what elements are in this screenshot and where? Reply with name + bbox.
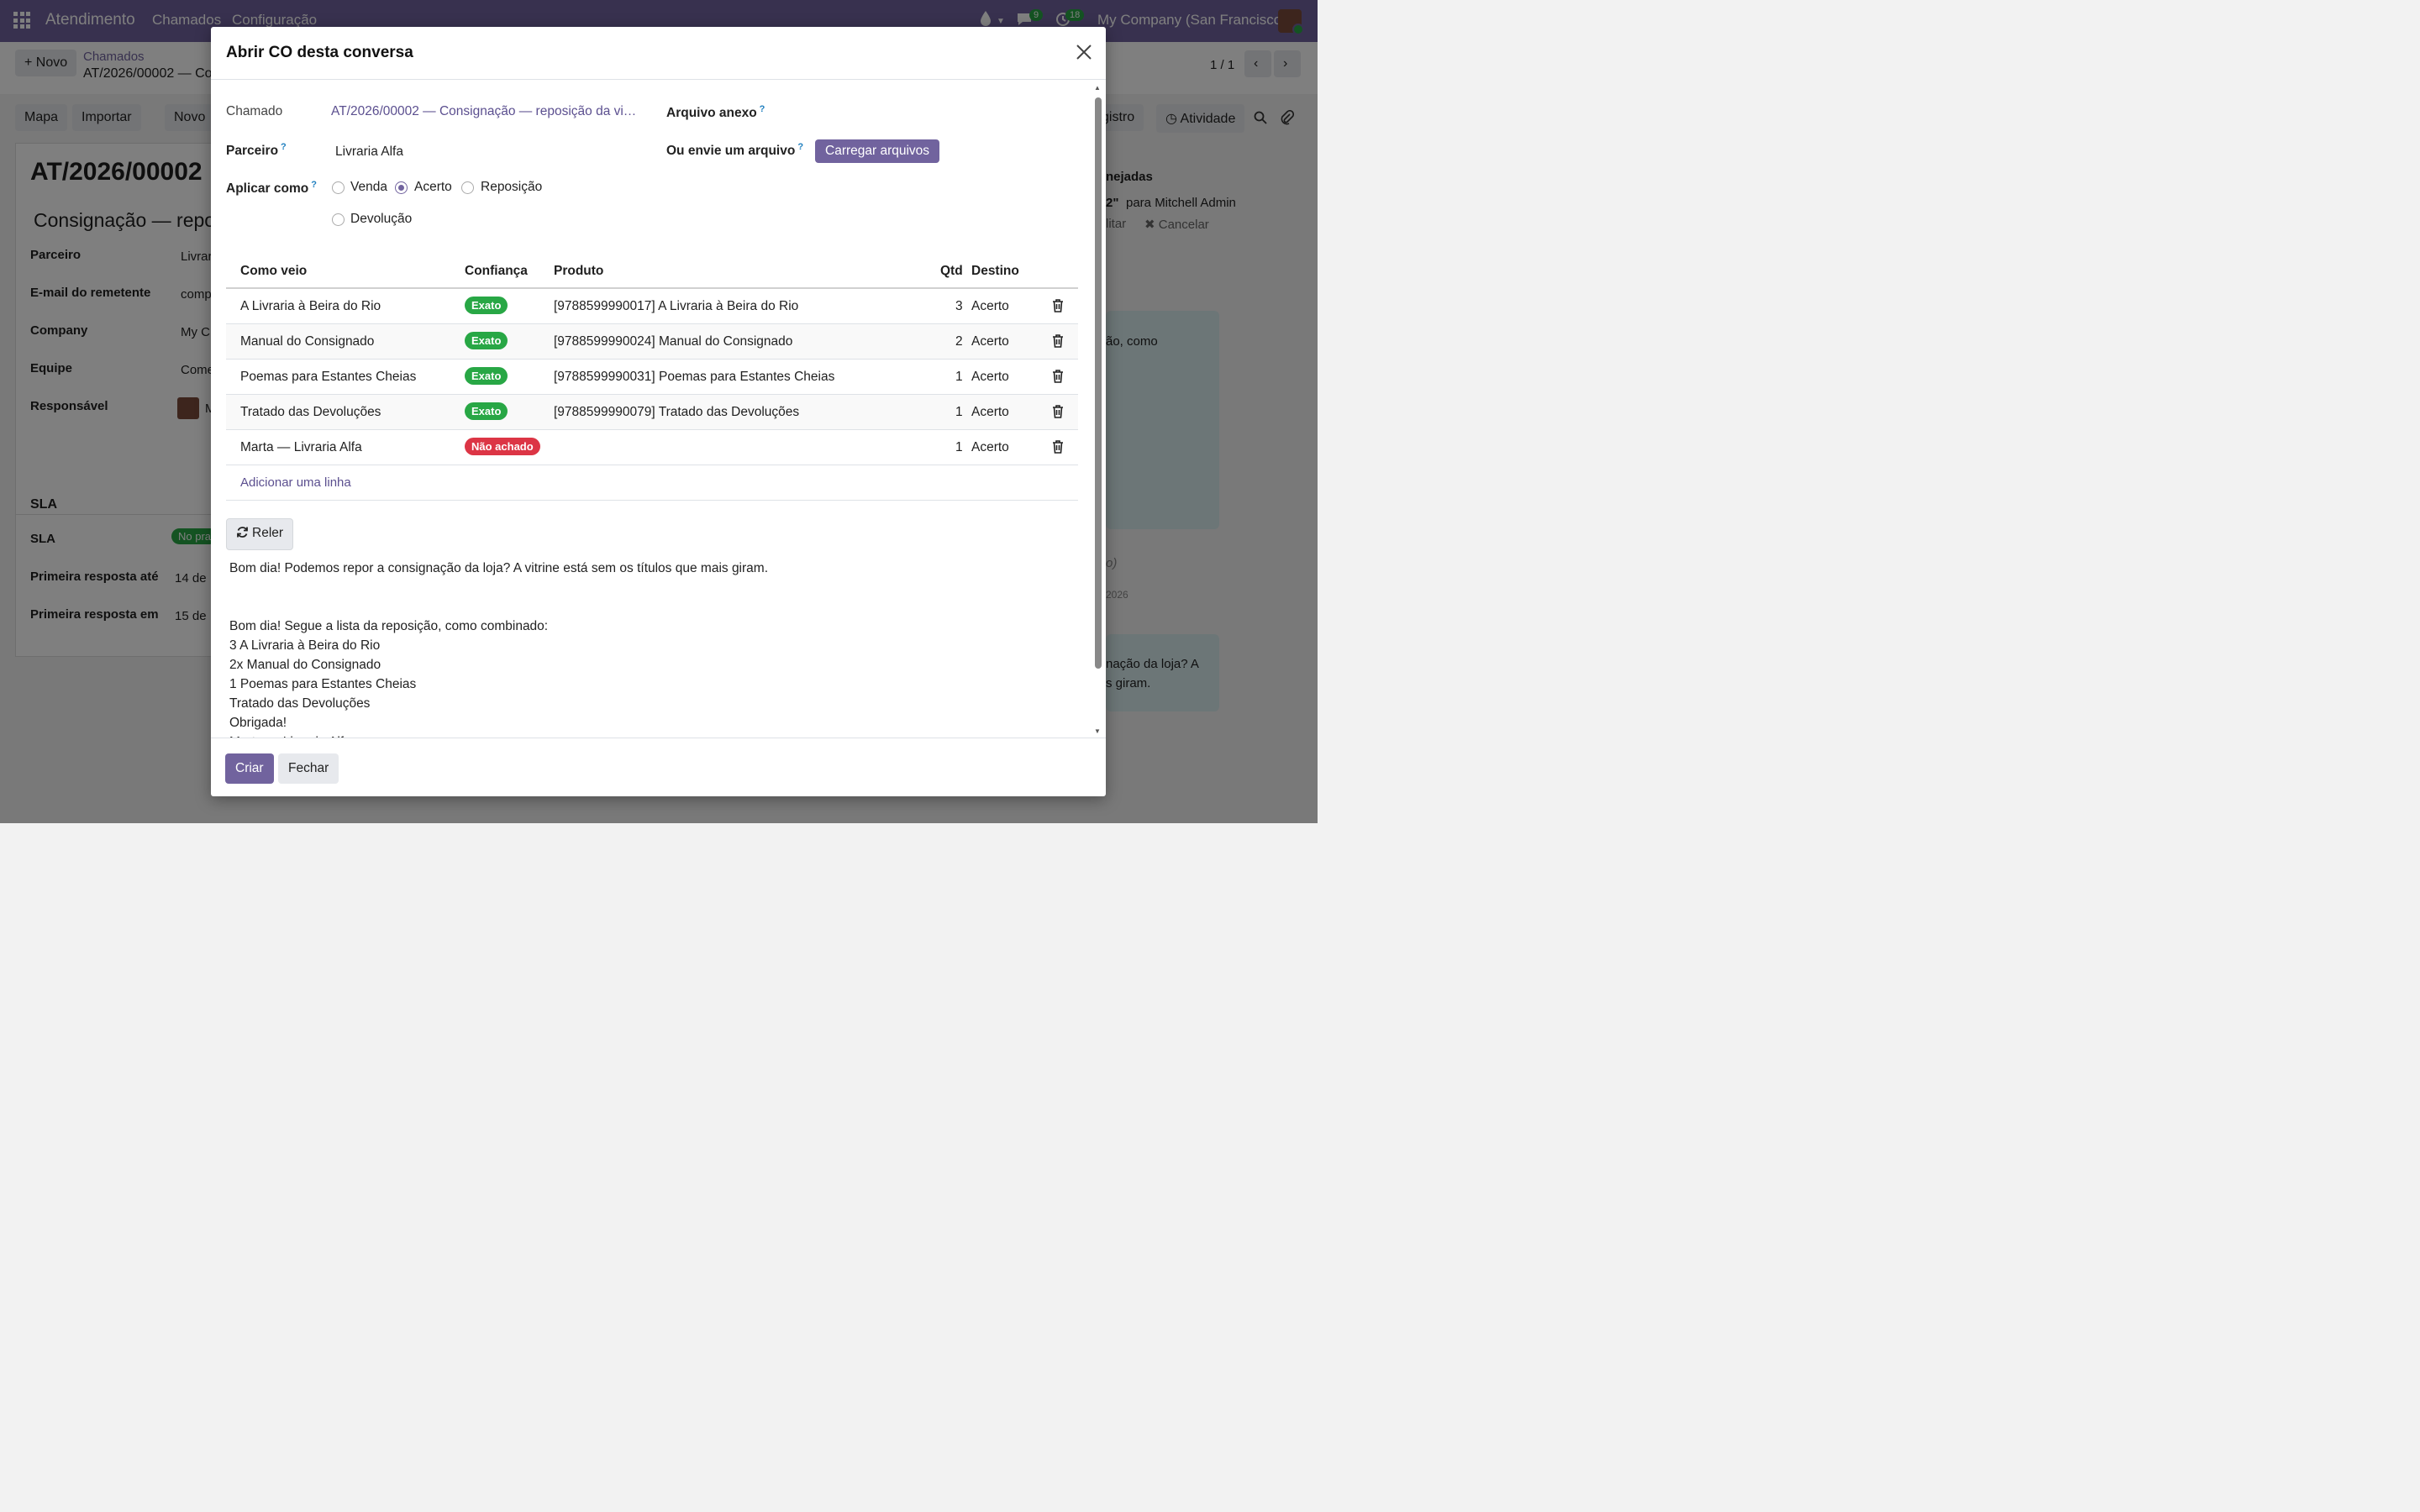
apply-as-label: Aplicar como? bbox=[226, 180, 317, 197]
open-co-dialog: Abrir CO desta conversa Chamado AT/2026/… bbox=[211, 27, 1106, 796]
column-header-como-veio[interactable]: Como veio bbox=[240, 264, 307, 279]
cell-destino: Acerto bbox=[971, 334, 1009, 349]
scrollbar-thumb[interactable] bbox=[1095, 97, 1102, 669]
modal-scrollbar[interactable]: ▲ ▼ bbox=[1093, 84, 1103, 736]
modal-title: Abrir CO desta conversa bbox=[226, 44, 413, 61]
close-icon[interactable] bbox=[1074, 42, 1094, 62]
cell-produto: [9788599990031] Poemas para Estantes Che… bbox=[554, 370, 835, 384]
radio-devolucao[interactable] bbox=[332, 213, 345, 226]
upload-label-text: Ou envie um arquivo bbox=[666, 144, 796, 159]
close-button[interactable]: Fechar bbox=[278, 753, 339, 784]
table-row[interactable]: Marta — Livraria Alfa Não achado 1 Acert… bbox=[226, 430, 1078, 465]
confidence-badge: Exato bbox=[465, 402, 508, 420]
cell-qtd: 1 bbox=[955, 440, 963, 454]
cell-como-veio: A Livraria à Beira do Rio bbox=[240, 299, 381, 313]
attachment-label-text: Arquivo anexo bbox=[666, 106, 757, 121]
radio-label-devolucao[interactable]: Devolução bbox=[350, 212, 412, 227]
column-header-destino[interactable]: Destino bbox=[971, 264, 1019, 279]
attachment-label: Arquivo anexo? bbox=[666, 104, 765, 121]
trash-icon[interactable] bbox=[1052, 405, 1064, 418]
radio-label-reposicao[interactable]: Reposição bbox=[481, 180, 542, 195]
trash-icon[interactable] bbox=[1052, 440, 1064, 454]
cell-produto: [9788599990017] A Livraria à Beira do Ri… bbox=[554, 299, 799, 313]
partner-field[interactable]: Livraria Alfa bbox=[335, 144, 403, 160]
help-icon[interactable]: ? bbox=[760, 104, 765, 114]
cell-destino: Acerto bbox=[971, 440, 1009, 454]
cell-qtd: 1 bbox=[955, 405, 963, 419]
radio-acerto[interactable] bbox=[395, 181, 408, 194]
reread-button-label: Reler bbox=[252, 526, 284, 540]
modal-footer: Criar Fechar bbox=[211, 738, 1106, 797]
ticket-label: Chamado bbox=[226, 104, 283, 118]
cell-como-veio: Tratado das Devoluções bbox=[240, 405, 381, 419]
cell-qtd: 2 bbox=[955, 334, 963, 349]
column-header-produto[interactable]: Produto bbox=[554, 264, 603, 279]
cell-destino: Acerto bbox=[971, 405, 1009, 419]
column-header-confianca[interactable]: Confiança bbox=[465, 264, 528, 279]
apply-as-label-text: Aplicar como bbox=[226, 181, 309, 197]
radio-venda[interactable] bbox=[332, 181, 345, 194]
radio-label-acerto[interactable]: Acerto bbox=[414, 180, 452, 195]
trash-icon[interactable] bbox=[1052, 370, 1064, 383]
lines-table: Como veio Confiança Produto Qtd Destino … bbox=[226, 254, 1078, 501]
confidence-badge: Exato bbox=[465, 332, 508, 349]
modal-header: Abrir CO desta conversa bbox=[211, 27, 1106, 80]
partner-label-text: Parceiro bbox=[226, 144, 279, 159]
confidence-badge: Exato bbox=[465, 367, 508, 385]
radio-reposicao[interactable] bbox=[461, 181, 474, 194]
cell-qtd: 3 bbox=[955, 299, 963, 313]
table-row[interactable]: Poemas para Estantes Cheias Exato [97885… bbox=[226, 360, 1078, 395]
create-button[interactable]: Criar bbox=[225, 753, 274, 784]
add-line-link[interactable]: Adicionar uma linha bbox=[240, 475, 351, 490]
cell-produto: [9788599990079] Tratado das Devoluções bbox=[554, 405, 800, 419]
confidence-badge: Não achado bbox=[465, 438, 540, 455]
cell-produto: [9788599990024] Manual do Consignado bbox=[554, 334, 793, 349]
help-icon[interactable]: ? bbox=[311, 180, 317, 190]
radio-label-venda[interactable]: Venda bbox=[350, 180, 387, 195]
trash-icon[interactable] bbox=[1052, 299, 1064, 312]
ticket-link[interactable]: AT/2026/00002 — Consignação — reposição … bbox=[331, 104, 636, 119]
table-row[interactable]: Tratado das Devoluções Exato [9788599990… bbox=[226, 395, 1078, 430]
help-icon[interactable]: ? bbox=[281, 142, 287, 152]
table-header: Como veio Confiança Produto Qtd Destino bbox=[226, 254, 1078, 289]
partner-label: Parceiro? bbox=[226, 142, 287, 159]
cell-destino: Acerto bbox=[971, 370, 1009, 384]
upload-label: Ou envie um arquivo? bbox=[666, 142, 803, 159]
scroll-down-arrow[interactable]: ▼ bbox=[1094, 727, 1101, 735]
confidence-badge: Exato bbox=[465, 297, 508, 314]
trash-icon[interactable] bbox=[1052, 334, 1064, 348]
column-header-qtd[interactable]: Qtd bbox=[940, 264, 963, 279]
cell-qtd: 1 bbox=[955, 370, 963, 384]
add-line-row: Adicionar uma linha bbox=[226, 465, 1078, 501]
table-row[interactable]: A Livraria à Beira do Rio Exato [9788599… bbox=[226, 289, 1078, 324]
cell-destino: Acerto bbox=[971, 299, 1009, 313]
cell-como-veio: Marta — Livraria Alfa bbox=[240, 440, 362, 454]
conversation-text: Bom dia! Podemos repor a consignação da … bbox=[229, 561, 769, 738]
table-row[interactable]: Manual do Consignado Exato [978859999002… bbox=[226, 324, 1078, 360]
cell-como-veio: Poemas para Estantes Cheias bbox=[240, 370, 417, 384]
upload-files-button[interactable]: Carregar arquivos bbox=[815, 139, 940, 163]
scroll-up-arrow[interactable]: ▲ bbox=[1094, 84, 1101, 92]
refresh-icon bbox=[236, 526, 249, 543]
reread-button[interactable]: Reler bbox=[226, 518, 294, 550]
help-icon[interactable]: ? bbox=[797, 142, 803, 152]
cell-como-veio: Manual do Consignado bbox=[240, 334, 375, 349]
